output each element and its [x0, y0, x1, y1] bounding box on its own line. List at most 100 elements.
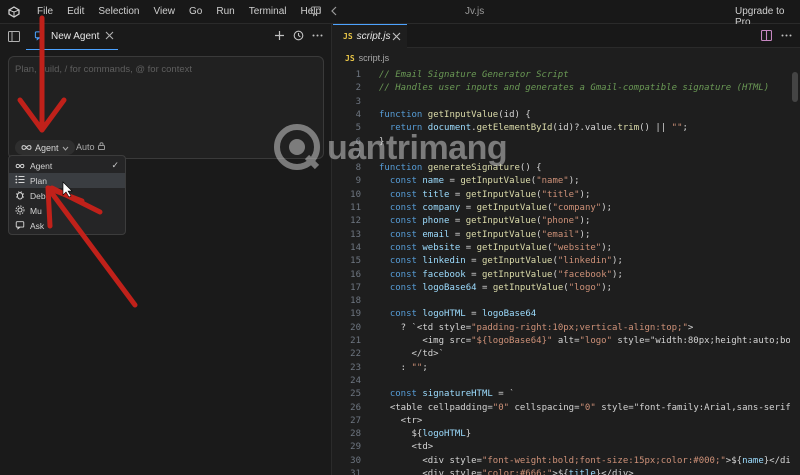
line-number: 14: [350, 242, 361, 253]
more-icon[interactable]: [312, 30, 323, 44]
line-number: 2: [355, 83, 361, 94]
tab-script-js[interactable]: JS script.js: [333, 24, 407, 48]
line-text: <table cellpadding="0" cellspacing="0" s…: [379, 402, 800, 413]
line-number: 21: [350, 336, 361, 346]
watermark-text: uantrimang: [327, 128, 508, 167]
code-line[interactable]: 10 const title = getInputValue("title");: [333, 190, 800, 203]
line-number: 30: [350, 455, 361, 466]
code-line[interactable]: 11 const company = getInputValue("compan…: [333, 203, 800, 216]
code-line[interactable]: 12 const phone = getInputValue("phone");: [333, 216, 800, 229]
code-line[interactable]: 24: [333, 376, 800, 389]
plus-icon[interactable]: [274, 30, 285, 44]
line-number: 13: [350, 229, 361, 240]
code-line[interactable]: 16 const facebook = getInputValue("faceb…: [333, 270, 800, 283]
code-line[interactable]: 29 <td>: [333, 442, 800, 455]
line-text: const email = getInputValue("email");: [389, 229, 591, 240]
line-number: 11: [350, 203, 361, 213]
line-number: 20: [350, 322, 361, 333]
line-number: 27: [350, 415, 361, 426]
line-text: <div style="color:#666;">${title}</div>: [379, 469, 634, 475]
more-icon[interactable]: [781, 30, 792, 44]
breadcrumb[interactable]: JS script.js: [333, 51, 800, 65]
code-line[interactable]: 15 const linkedin = getInputValue("linke…: [333, 256, 800, 269]
dropdown-item-agent[interactable]: Agent ✓: [9, 158, 125, 173]
scrollbar[interactable]: [790, 70, 800, 475]
dropdown-item-debug[interactable]: Deb: [9, 188, 125, 203]
close-icon[interactable]: [105, 31, 114, 43]
watermark-logo-icon: [273, 123, 321, 174]
auto-label: Auto: [76, 142, 95, 152]
dropdown-item-plan[interactable]: Plan: [9, 173, 125, 188]
scrollbar-thumb[interactable]: [792, 72, 798, 102]
tab-new-agent[interactable]: New Agent: [26, 24, 118, 50]
editor-tab-bar: JS script.js: [333, 24, 800, 48]
code-line[interactable]: 13 const email = getInputValue("email");: [333, 230, 800, 243]
menu-run[interactable]: Run: [209, 6, 241, 17]
check-icon: ✓: [111, 160, 119, 170]
dropdown-item-label: Plan: [30, 175, 48, 186]
line-number: 15: [350, 256, 361, 267]
code-line[interactable]: 18: [333, 296, 800, 309]
dropdown-item-multi[interactable]: Mu: [9, 203, 125, 218]
line-text: <div style="font-weight:bold;font-size:1…: [379, 455, 800, 466]
line-text: const website = getInputValue("website")…: [389, 242, 613, 253]
line-text: const phone = getInputValue("phone");: [389, 216, 591, 227]
code-line[interactable]: 2 // Handles user inputs and generates a …: [333, 83, 800, 96]
line-text: ${logoHTML}: [379, 429, 472, 440]
list-icon: [15, 175, 25, 186]
history-icon[interactable]: [293, 30, 304, 44]
tab-label: New Agent: [51, 31, 100, 42]
mode-selector[interactable]: Agent: [15, 140, 75, 155]
line-text: </td>`: [379, 349, 445, 360]
line-text: <td>: [379, 442, 434, 453]
js-file-icon: JS: [343, 32, 353, 41]
breadcrumb-file: script.js: [358, 53, 390, 63]
line-number: 12: [350, 216, 361, 227]
split-editor-icon[interactable]: [760, 29, 773, 44]
code-line[interactable]: 26 <table cellpadding="0" cellspacing="0…: [333, 403, 800, 416]
line-text: const company = getInputValue("company")…: [389, 203, 613, 213]
agent-tab-bar: New Agent: [0, 24, 331, 50]
line-text: ? `<td style="padding-right:10px;vertica…: [379, 322, 694, 333]
lock-icon: [97, 142, 105, 152]
line-number: 18: [350, 296, 361, 307]
line-number: 17: [350, 282, 361, 293]
code-line[interactable]: 17 const logoBase64 = getInputValue("log…: [333, 283, 800, 296]
code-line[interactable]: 19 const logoHTML = logoBase64: [333, 309, 800, 322]
code-line[interactable]: 20 ? `<td style="padding-right:10px;vert…: [333, 323, 800, 336]
line-number: 16: [350, 269, 361, 280]
code-line[interactable]: 25 const signatureHTML = `: [333, 389, 800, 402]
sidebar-toggle-icon[interactable]: [8, 31, 20, 45]
line-text: // Email Signature Generator Script: [379, 70, 569, 80]
dropdown-item-label: Mu: [30, 205, 42, 216]
menu-file[interactable]: File: [30, 6, 60, 17]
model-selector[interactable]: Auto: [76, 142, 105, 152]
menu-view[interactable]: View: [147, 6, 183, 17]
code-line[interactable]: 22 </td>`: [333, 349, 800, 362]
code-line[interactable]: 9 const name = getInputValue("name");: [333, 176, 800, 189]
code-line[interactable]: 28 ${logoHTML}: [333, 429, 800, 442]
code-line[interactable]: 21 <img src="${logoBase64}" alt="logo" s…: [333, 336, 800, 349]
tab-label: script.js: [356, 31, 391, 42]
agent-panel: New Agent Plan, build, / for commands, @…: [0, 24, 332, 475]
chat-icon: [15, 220, 25, 232]
code-line[interactable]: 27 <tr>: [333, 416, 800, 429]
code-line[interactable]: 3: [333, 97, 800, 110]
menu-edit[interactable]: Edit: [60, 6, 91, 17]
code-line[interactable]: 31 <div style="color:#666;">${title}</di…: [333, 469, 800, 475]
chat-icon[interactable]: [310, 5, 322, 20]
menu-selection[interactable]: Selection: [91, 6, 146, 17]
line-text: const title = getInputValue("title");: [389, 189, 591, 200]
dropdown-item-ask[interactable]: Ask: [9, 218, 125, 233]
menu-go[interactable]: Go: [182, 6, 209, 17]
code-line[interactable]: 14 const website = getInputValue("websit…: [333, 243, 800, 256]
code-line[interactable]: 1 // Email Signature Generator Script: [333, 70, 800, 83]
window-title: Jv.js: [465, 6, 485, 17]
code-line[interactable]: 30 <div style="font-weight:bold;font-siz…: [333, 456, 800, 469]
line-text: const facebook = getInputValue("facebook…: [389, 269, 623, 280]
menu-terminal[interactable]: Terminal: [242, 6, 294, 17]
chat-icon: [34, 30, 45, 44]
code-line[interactable]: 23 : "";: [333, 363, 800, 376]
close-icon[interactable]: [392, 32, 401, 44]
arrow-left-icon[interactable]: [328, 5, 340, 20]
